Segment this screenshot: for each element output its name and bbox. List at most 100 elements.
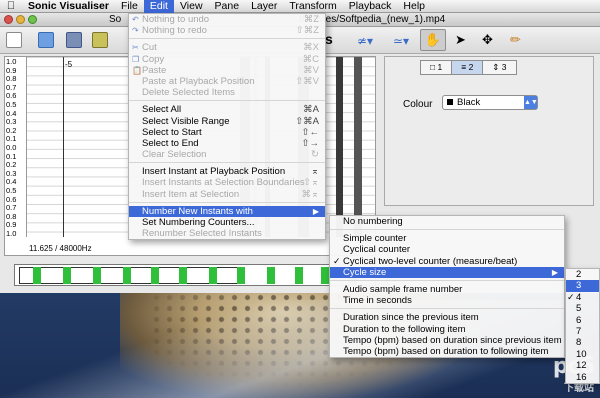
new-session-icon[interactable] — [6, 32, 22, 48]
numbering-item-duration-to-the-following-item[interactable]: Duration to the following item — [330, 324, 564, 335]
menu-item-label: 2 — [576, 269, 582, 280]
window-controls — [4, 15, 37, 24]
numbering-item-duration-since-the-previous-item[interactable]: Duration since the previous item — [330, 312, 564, 323]
menu-bar:  Sonic Visualiser File Edit View Pane L… — [0, 0, 600, 13]
menu-shortcut: ⌅ — [311, 166, 319, 178]
cycle-size-8[interactable]: 8 — [566, 337, 599, 348]
menu-item-label: 4 — [576, 291, 582, 303]
edit-menu-item-select-to-end[interactable]: Select to End ⇧→ — [129, 138, 325, 149]
cycle-size-10[interactable]: 10 — [566, 349, 599, 360]
apple-icon[interactable]:  — [0, 0, 22, 12]
copy-icon: ❐ — [132, 54, 140, 64]
overview-waveform-block — [267, 267, 275, 284]
menu-item-label: 3 — [576, 280, 582, 292]
menu-item-label: Nothing to redo — [142, 25, 207, 37]
menu-edit[interactable]: Edit — [143, 0, 174, 13]
open-file-icon[interactable] — [38, 32, 54, 48]
numbering-item-cycle-size[interactable]: Cycle size ▶ — [330, 266, 564, 278]
close-window-button[interactable] — [4, 15, 13, 24]
menu-item-label: 6 — [576, 314, 582, 326]
overview-waveform-block — [209, 267, 217, 284]
cycle-size-4[interactable]: ✓ 4 — [566, 292, 599, 303]
checkmark-icon: ✓ — [333, 255, 341, 266]
numbering-item-cyclical-counter[interactable]: Cyclical counter — [330, 244, 564, 255]
menu-item-label: 5 — [576, 303, 582, 315]
menu-pane[interactable]: Pane — [209, 0, 246, 13]
menu-playback[interactable]: Playback — [343, 0, 398, 13]
move-cross-icon[interactable]: ✥ — [482, 32, 493, 48]
edit-menu-item-select-to-start[interactable]: Select to Start ⇧← — [129, 127, 325, 138]
menu-help[interactable]: Help — [397, 0, 431, 13]
menu-shortcut: ⌘⌅ — [301, 188, 319, 200]
select-arrow-icon[interactable]: ➤ — [455, 32, 466, 48]
menu-shortcut: ⇧⌅ — [303, 177, 319, 189]
menu-item-label: Number New Instants with — [142, 205, 253, 217]
colour-swatch — [447, 99, 453, 105]
layer-tab-1[interactable]: □ 1 — [420, 60, 453, 75]
colour-label: Colour — [403, 99, 433, 110]
numbering-item-cyclical-two-level-counter-measure-beat[interactable]: ✓ Cyclical two-level counter (measure/bea… — [330, 256, 564, 267]
zoom-window-button[interactable] — [28, 15, 37, 24]
menu-shortcut: ⌘V — [303, 64, 319, 76]
menu-item-label: Cut — [142, 42, 157, 54]
menu-item-label: Simple counter — [343, 233, 407, 245]
numbering-item-audio-sample-frame-number[interactable]: Audio sample frame number — [330, 284, 564, 295]
cycle-size-6[interactable]: 6 — [566, 315, 599, 326]
menu-item-label: Duration since the previous item — [343, 312, 479, 324]
menu-shortcut: ⇧⌘Z — [295, 25, 319, 37]
edit-menu-item-number-new-instants-with[interactable]: Number New Instants with ▶ — [129, 205, 325, 217]
overview-waveform-block — [63, 267, 71, 284]
numbering-item-tempo-bpm-based-on-duration-since-previous-item[interactable]: Tempo (bpm) based on duration since prev… — [330, 335, 564, 346]
edit-menu-item-set-numbering-counters[interactable]: Set Numbering Counters... — [129, 217, 325, 228]
navigate-hand-icon[interactable]: ✋ — [420, 29, 446, 51]
edit-menu-item-clear-selection: Clear Selection ↻ — [129, 149, 325, 160]
numbering-item-time-in-seconds[interactable]: Time in seconds — [330, 295, 564, 306]
edit-menu-item-insert-instant-at-playback-position[interactable]: Insert Instant at Playback Position ⌅ — [129, 166, 325, 177]
numbering-item-no-numbering[interactable]: No numbering — [330, 216, 564, 227]
menu-item-label: Delete Selected Items — [142, 87, 235, 99]
numbering-item-tempo-bpm-based-on-duration-to-following-item[interactable]: Tempo (bpm) based on duration to followi… — [330, 346, 564, 357]
menu-view[interactable]: View — [174, 0, 209, 13]
menu-layer[interactable]: Layer — [245, 0, 283, 13]
cycle-size-2[interactable]: 2 — [566, 269, 599, 280]
cycle-size-7[interactable]: 7 — [566, 326, 599, 337]
menu-item-label: Copy — [142, 53, 165, 65]
menu-item-label: Cyclical counter — [343, 244, 411, 256]
menu-item-label: Paste — [142, 64, 167, 76]
minimize-window-button[interactable] — [16, 15, 25, 24]
menu-item-label: Tempo (bpm) based on duration since prev… — [343, 334, 562, 346]
edit-menu-item-nothing-to-redo: ↷ Nothing to redo ⇧⌘Z — [129, 25, 325, 36]
edit-menu-item-delete-selected-items: Delete Selected Items — [129, 87, 325, 98]
menu-item-label: Tempo (bpm) based on duration to followi… — [343, 345, 549, 357]
menu-app-name[interactable]: Sonic Visualiser — [22, 0, 115, 13]
overview-strip[interactable] — [14, 264, 376, 286]
select-mode-icon[interactable]: ≄▾ — [357, 34, 373, 48]
cycle-size-12[interactable]: 12 — [566, 360, 599, 371]
time-instant-marker[interactable] — [63, 57, 64, 237]
menu-shortcut: ⌘C — [302, 53, 319, 65]
draw-pencil-icon[interactable]: ✏ — [510, 32, 521, 48]
numbering-item-simple-counter[interactable]: Simple counter — [330, 233, 564, 244]
colour-select[interactable]: Black ▲▼ — [442, 95, 538, 110]
cycle-size-16[interactable]: 16 — [566, 372, 599, 383]
align-mode-icon[interactable]: ≃▾ — [393, 34, 409, 48]
save-as-icon[interactable] — [92, 32, 108, 48]
menu-shortcut: ⌘A — [303, 104, 319, 116]
edit-menu-item-nothing-to-undo: ↶ Nothing to undo ⌘Z — [129, 14, 325, 25]
time-instant-label: -5 — [65, 60, 73, 69]
cycle-size-5[interactable]: 5 — [566, 303, 599, 314]
layer-tab-2[interactable]: ≡ 2 — [451, 60, 484, 75]
layer-tab-3[interactable]: ⇕ 3 — [482, 60, 517, 75]
toolbar-s-label: s — [325, 31, 333, 47]
menu-transform[interactable]: Transform — [283, 0, 342, 13]
menu-item-label: 10 — [576, 348, 587, 360]
paste-icon: 📋 — [132, 65, 142, 75]
save-icon[interactable] — [66, 32, 82, 48]
menu-item-label: Select to Start — [142, 126, 202, 138]
edit-menu-item-paste: 📋 Paste ⌘V — [129, 65, 325, 76]
edit-menu-item-select-visible-range[interactable]: Select Visible Range ⇧⌘A — [129, 116, 325, 127]
edit-menu-item-select-all[interactable]: Select All ⌘A — [129, 104, 325, 115]
menu-file[interactable]: File — [115, 0, 144, 13]
numbering-submenu: No numbering Simple counter Cyclical count… — [329, 215, 565, 359]
cycle-size-3[interactable]: 3 — [566, 280, 599, 292]
